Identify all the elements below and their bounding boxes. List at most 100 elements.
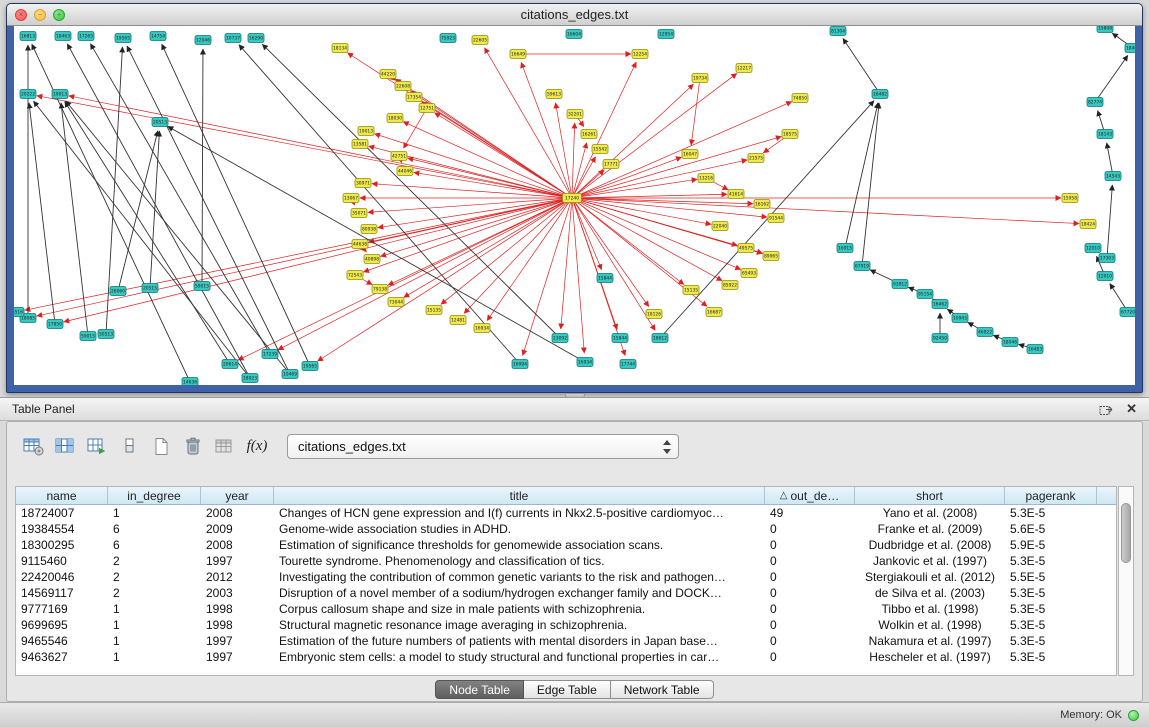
graph-node[interactable]: 74850	[792, 94, 808, 103]
graph-node[interactable]: 18424	[1080, 220, 1096, 229]
graph-node[interactable]: 16994	[512, 360, 528, 369]
graph-node[interactable]: 20614	[222, 360, 238, 369]
graph-node[interactable]: 10737	[225, 34, 241, 43]
column-header-name[interactable]: name	[16, 487, 108, 504]
graph-node[interactable]: 42751	[391, 152, 407, 161]
table-cell[interactable]: Corpus callosum shape and size in male p…	[274, 601, 765, 617]
graph-node[interactable]: 12954	[658, 30, 674, 39]
graph-node[interactable]: 15135	[426, 306, 442, 315]
table-cell[interactable]: Investigating the contribution of common…	[274, 569, 765, 585]
table-cell[interactable]: 5.3E-5	[1005, 585, 1097, 601]
delete-table-button[interactable]	[177, 431, 209, 461]
graph-node[interactable]: 17771	[603, 160, 619, 169]
table-cell[interactable]: 49	[765, 505, 855, 521]
table-cell[interactable]: 18724007	[16, 505, 108, 521]
graph-node[interactable]: 59015	[194, 282, 210, 291]
graph-node[interactable]: 15958	[1062, 194, 1078, 203]
graph-node[interactable]: 19734	[692, 74, 708, 83]
table-cell[interactable]: Genome-wide association studies in ADHD.	[274, 521, 765, 537]
graph-node[interactable]: 16687	[706, 308, 722, 317]
graph-node[interactable]: 16649	[510, 50, 526, 59]
table-cell[interactable]: 9465546	[16, 633, 108, 649]
graph-node[interactable]: 35071	[351, 209, 367, 218]
column-header-out_de[interactable]: △out_de…	[765, 487, 855, 504]
graph-node[interactable]: 16934	[577, 358, 593, 367]
table-cell[interactable]: 1	[108, 505, 201, 521]
table-cell[interactable]: 0	[765, 569, 855, 585]
graph-node[interactable]: 16813	[20, 32, 36, 41]
tab-node-table[interactable]: Node Table	[435, 680, 524, 699]
table-cell[interactable]: Hescheler et al. (1997)	[855, 649, 1005, 665]
table-cell[interactable]: 1	[108, 633, 201, 649]
graph-node[interactable]: 17744	[620, 360, 636, 369]
table-cell[interactable]: 6	[108, 537, 201, 553]
table-cell[interactable]: 14569117	[16, 585, 108, 601]
graph-node[interactable]: 18134	[332, 44, 348, 53]
tab-network-table[interactable]: Network Table	[611, 680, 714, 699]
table-cell[interactable]: 1997	[201, 553, 274, 569]
graph-node[interactable]: 30971	[355, 179, 371, 188]
graph-node[interactable]: 14754	[150, 32, 166, 41]
graph-node[interactable]: 19013	[358, 127, 374, 136]
table-cell[interactable]: 5.3E-5	[1005, 649, 1097, 665]
graph-node[interactable]: 16290	[248, 34, 264, 43]
table-cell[interactable]: Embryonic stem cells: a model to study s…	[274, 649, 765, 665]
table-cell[interactable]: 9699695	[16, 617, 108, 633]
column-header-short[interactable]: short	[855, 487, 1005, 504]
table-cell[interactable]: 0	[765, 537, 855, 553]
network-canvas[interactable]: 1724018134442202260817354127511803019013…	[14, 26, 1135, 385]
graph-node[interactable]: 12217	[736, 64, 752, 73]
graph-node[interactable]: 18407	[1125, 44, 1135, 53]
table-cell[interactable]: 1997	[201, 633, 274, 649]
graph-node[interactable]: 16261	[581, 130, 597, 139]
graph-node[interactable]: 40898	[364, 255, 380, 264]
graph-node[interactable]: 26060	[110, 287, 126, 296]
graph-node[interactable]: 19565	[115, 34, 131, 43]
table-cell[interactable]: Structural magnetic resonance image aver…	[274, 617, 765, 633]
graph-node[interactable]: 17240	[563, 194, 582, 203]
graph-node[interactable]: 91544	[768, 214, 784, 223]
graph-node[interactable]: 18023	[242, 374, 258, 383]
graph-node[interactable]: 46922	[977, 328, 993, 337]
table-cell[interactable]: 1	[108, 617, 201, 633]
table-row[interactable]: 1938455462009Genome-wide association stu…	[16, 521, 1116, 537]
graph-node[interactable]: 75923	[440, 34, 456, 43]
graph-node[interactable]: 20513	[152, 118, 168, 127]
table-cell[interactable]: 5.5E-5	[1005, 569, 1097, 585]
table-cell[interactable]: 1997	[201, 649, 274, 665]
graph-node[interactable]: 81304	[830, 27, 846, 36]
graph-node[interactable]: 18612	[652, 334, 668, 343]
table-cell[interactable]: Changes of HCN gene expression and I(f) …	[274, 505, 765, 521]
table-cell[interactable]: 2	[108, 569, 201, 585]
graph-node[interactable]: 16483	[1027, 345, 1043, 354]
graph-node[interactable]: 32201	[567, 110, 583, 119]
graph-node[interactable]: 80938	[361, 225, 377, 234]
table-row[interactable]: 1830029562008Estimation of significance …	[16, 537, 1116, 553]
graph-node[interactable]: 12046	[195, 36, 211, 45]
table-cell[interactable]: Yano et al. (2008)	[855, 505, 1005, 521]
table-cell[interactable]: 5.3E-5	[1005, 553, 1097, 569]
graph-node[interactable]: 82774	[1087, 98, 1103, 107]
graph-node[interactable]: 15808	[1097, 26, 1113, 33]
zoom-button[interactable]: +	[53, 9, 65, 21]
graph-node[interactable]: 15844	[597, 274, 613, 283]
graph-node[interactable]: 19013	[52, 90, 68, 99]
table-row[interactable]: 977716911998Corpus callosum shape and si…	[16, 601, 1116, 617]
scrollbar-thumb[interactable]	[1121, 503, 1131, 563]
table-cell[interactable]: 0	[765, 521, 855, 537]
graph-node[interactable]: 95154	[917, 290, 933, 299]
graph-node[interactable]: 22605	[472, 36, 488, 45]
table-cell[interactable]: 5.3E-5	[1005, 505, 1097, 521]
table-cell[interactable]: 1998	[201, 601, 274, 617]
graph-node[interactable]: 59015	[80, 332, 96, 341]
graph-node[interactable]: 16162	[754, 200, 770, 209]
row-chooser-button[interactable]	[113, 431, 145, 461]
graph-node[interactable]: 20515	[142, 284, 158, 293]
table-cell[interactable]: 9115460	[16, 553, 108, 569]
table-cell[interactable]: Estimation of the future numbers of pati…	[274, 633, 765, 649]
table-cell[interactable]: 1	[108, 649, 201, 665]
graph-node[interactable]: 14543	[1105, 172, 1121, 181]
column-header-in_degree[interactable]: in_degree	[108, 487, 201, 504]
graph-node[interactable]: 12254	[632, 50, 648, 59]
column-header-year[interactable]: year	[201, 487, 274, 504]
